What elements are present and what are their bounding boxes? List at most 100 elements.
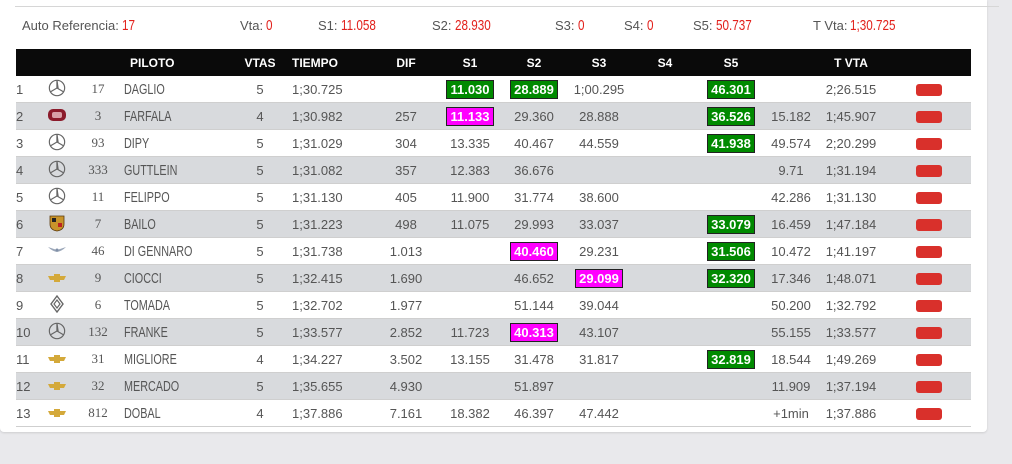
cell-s5: 33.079 — [696, 211, 766, 238]
cell-pos-value: 8 — [16, 270, 24, 286]
cell-pos: 6 — [16, 211, 42, 238]
s5-label: S5: — [693, 18, 713, 33]
row-action-button[interactable] — [915, 111, 942, 124]
col-header-vtas[interactable]: VTAS — [234, 49, 286, 76]
cell-s2-value: 29.360 — [514, 108, 554, 124]
cell-vtas-value: 4 — [256, 405, 264, 421]
cell-dif — [376, 76, 436, 103]
row-action-button[interactable] — [915, 84, 942, 97]
table-row[interactable]: 12 32 MERCADO 5 1;35.655 4.930 51.897 11.909 1;3… — [16, 372, 971, 400]
row-action-button[interactable] — [915, 327, 942, 340]
cell-car-number-value: 333 — [88, 162, 108, 177]
table-row[interactable]: 2 3 FARFALA 4 1;30.982 257 11.133 29.360 28.888 3… — [16, 102, 971, 130]
cell-logo — [42, 130, 72, 157]
col-header-s5[interactable]: S5 — [696, 49, 766, 76]
table-row[interactable]: 10 132 FRANKE 5 1;33.577 2.852 11.723 40.313 43.… — [16, 318, 971, 346]
col-header-tvta[interactable]: T VTA — [816, 49, 886, 76]
table-row[interactable]: 8 9 CIOCCI 5 1;32.415 1.690 46.652 29.099 32.320… — [16, 264, 971, 292]
cell-action — [886, 238, 971, 265]
s4-indicator: S4: 0 — [624, 16, 655, 36]
cell-logo — [42, 400, 72, 427]
cell-tiempo-value: 1;34.227 — [292, 351, 343, 367]
col-header-dif[interactable]: DIF — [376, 49, 436, 76]
divider — [15, 6, 999, 7]
table-row[interactable]: 11 31 MIGLIORE 4 1;34.227 3.502 13.155 31.478 31… — [16, 345, 971, 373]
row-action-button[interactable] — [915, 273, 942, 286]
cell-s4 — [634, 400, 696, 427]
cell-vtas: 4 — [234, 103, 286, 130]
cell-tiempo: 1;37.886 — [286, 400, 376, 427]
cell-s1 — [436, 265, 504, 292]
cell-vtas: 5 — [234, 184, 286, 211]
col-header-tiempo[interactable]: TIEMPO — [286, 49, 376, 76]
cell-car-number-value: 812 — [88, 405, 108, 420]
cell-tiempo-value: 1;31.082 — [292, 162, 343, 178]
row-action-button[interactable] — [915, 354, 942, 367]
table-row[interactable]: 13 812 DOBAL 4 1;37.886 7.161 18.382 46.397 47.4… — [16, 399, 971, 427]
cell-logo — [42, 211, 72, 238]
cell-pilot-value: MERCADO — [124, 377, 180, 395]
cell-pos-value: 5 — [16, 189, 24, 205]
cell-gap-value: 9.71 — [778, 162, 804, 178]
cell-tvta-value: 1;48.071 — [825, 270, 877, 286]
cell-pilot-value: DI GENNARO — [124, 242, 193, 260]
vta-label: Vta: — [240, 18, 264, 33]
cell-tiempo: 1;32.415 — [286, 265, 376, 292]
row-action-button[interactable] — [915, 165, 942, 178]
table-row[interactable]: 3 93 DIPY 5 1;31.029 304 13.335 40.467 44.559 41.… — [16, 129, 971, 157]
renault-icon — [50, 294, 64, 316]
col-header-piloto[interactable]: PILOTO — [124, 49, 234, 76]
cell-s2: 29.993 — [504, 211, 564, 238]
s5-highlight-badge: 32.819 — [707, 349, 755, 369]
cell-s4 — [634, 76, 696, 103]
s1-indicator: S1: 11.058 — [318, 16, 385, 36]
cell-s5 — [696, 184, 766, 211]
cell-s2-value: 51.144 — [514, 297, 554, 313]
table-row[interactable]: 9 6 TOMADA 5 1;32.702 1.977 51.144 39.044 50.200… — [16, 291, 971, 319]
col-header-s1[interactable]: S1 — [436, 49, 504, 76]
cell-gap-value: 11.909 — [771, 378, 811, 394]
cell-s2-value: 46.652 — [514, 270, 554, 286]
cell-pilot-value: DAGLIO — [124, 80, 165, 98]
table-row[interactable]: 7 46 DI GENNARO 5 1;31.738 1.013 40.460 29.231 3… — [16, 237, 971, 265]
col-header-s2[interactable]: S2 — [504, 49, 564, 76]
s4-label: S4: — [624, 18, 644, 33]
cell-s3: 43.107 — [564, 319, 634, 346]
table-row[interactable]: 4 333 GUTTLEIN 5 1;31.082 357 12.383 36.676 9.71… — [16, 156, 971, 184]
cell-gap: 42.286 — [766, 184, 816, 211]
row-action-button[interactable] — [915, 138, 942, 151]
cell-pilot-value: MIGLIORE — [124, 350, 177, 368]
cell-tvta: 1;47.184 — [816, 211, 886, 238]
table-row[interactable]: 1 17 DAGLIO 5 1;30.725 11.030 28.889 1;00.295 46… — [16, 76, 971, 103]
cell-tiempo-value: 1;33.577 — [292, 324, 343, 340]
cell-pilot: CIOCCI — [124, 265, 234, 292]
col-header-s3[interactable]: S3 — [564, 49, 634, 76]
table-row[interactable]: 6 7 BAILO 5 1;31.223 498 11.075 29.993 33.037 33.… — [16, 210, 971, 238]
cell-pilot-value: FARFALA — [124, 107, 172, 125]
col-header-s4[interactable]: S4 — [634, 49, 696, 76]
mercedes-icon — [48, 133, 66, 154]
row-action-button[interactable] — [915, 219, 942, 232]
row-action-button[interactable] — [915, 246, 942, 259]
cell-pos-value: 13 — [16, 405, 31, 421]
row-action-button[interactable] — [915, 192, 942, 205]
cell-vtas: 5 — [234, 319, 286, 346]
row-action-button[interactable] — [915, 381, 942, 394]
cell-pilot: MIGLIORE — [124, 346, 234, 373]
cell-pos-value: 9 — [16, 297, 24, 313]
col-header-gap — [766, 49, 816, 76]
cell-tiempo: 1;31.130 — [286, 184, 376, 211]
table-row[interactable]: 5 11 FELIPPO 5 1;31.130 405 11.900 31.774 38.600… — [16, 183, 971, 211]
cell-dif: 1.977 — [376, 292, 436, 319]
cell-dif-value: 1.977 — [389, 297, 423, 313]
cell-gap-value: 42.286 — [771, 189, 811, 205]
timing-card: Auto Referencia: 17 Vta: 0 S1: 11.058 S2: 28… — [0, 0, 999, 432]
cell-s5: 46.301 — [696, 76, 766, 103]
row-action-button[interactable] — [915, 300, 942, 313]
cell-tiempo-value: 1;32.702 — [292, 297, 343, 313]
cell-s2: 36.676 — [504, 157, 564, 184]
row-action-button[interactable] — [915, 408, 942, 421]
cell-vtas-value: 4 — [256, 108, 264, 124]
cell-tvta: 1;45.907 — [816, 103, 886, 130]
chevrolet-icon — [47, 271, 67, 286]
